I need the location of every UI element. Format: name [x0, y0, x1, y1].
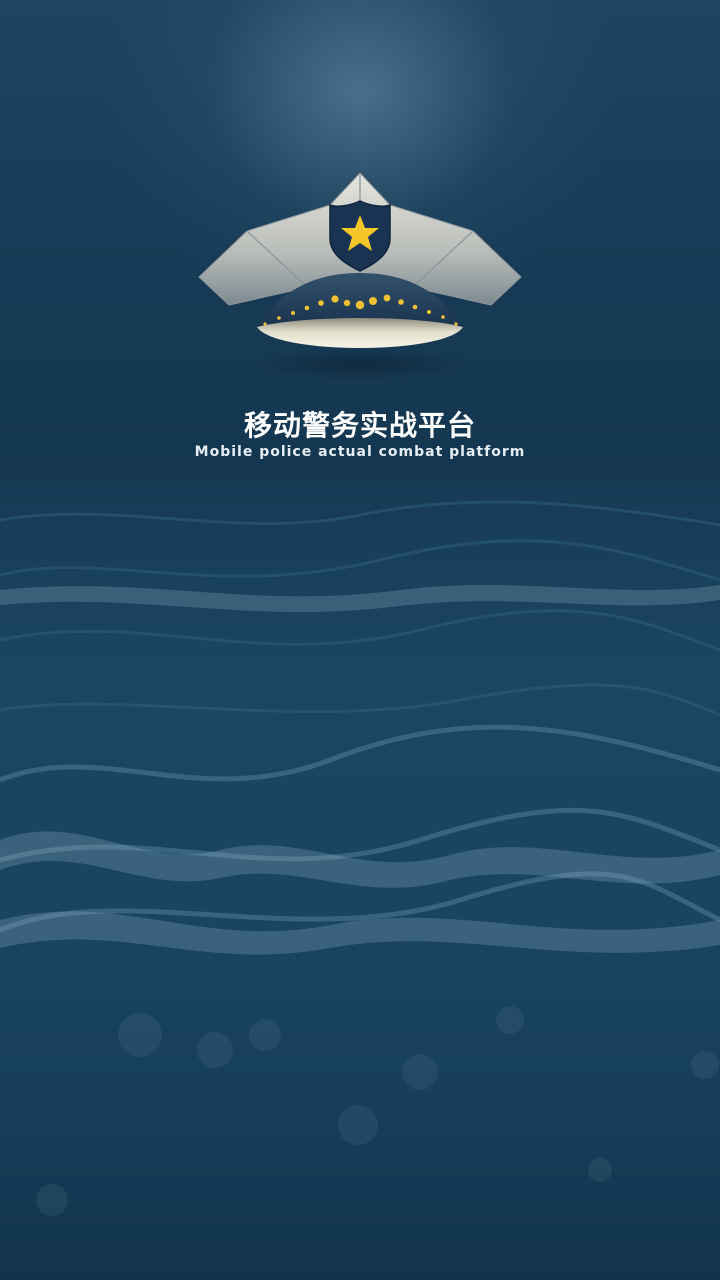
sea-background	[0, 480, 720, 1280]
app-subtitle: Mobile police actual combat platform	[194, 444, 526, 460]
app-title: 移动警务实战平台	[243, 409, 476, 442]
police-cap-icon	[195, 165, 525, 385]
